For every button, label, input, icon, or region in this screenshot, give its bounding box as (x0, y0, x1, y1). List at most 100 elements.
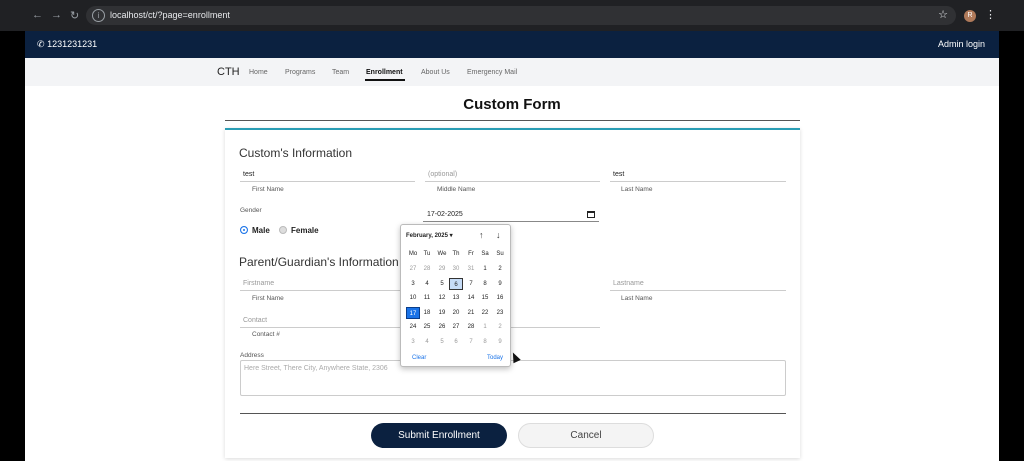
calendar-day[interactable]: 19 (435, 307, 449, 319)
calendar-day[interactable]: 25 (420, 321, 434, 333)
calendar-day[interactable]: 14 (464, 292, 478, 304)
guardian-first-label: First Name (252, 295, 284, 302)
calendar-day[interactable]: 3 (406, 336, 420, 348)
phone-text: 1231231231 (47, 39, 98, 49)
guardian-first-name-input[interactable]: Firstname (243, 280, 274, 287)
enrollment-form-card: Custom's Information test First Name (op… (225, 128, 800, 458)
calendar-day[interactable]: 17 (406, 306, 420, 319)
guardian-last-name-input[interactable]: Lastname (613, 280, 644, 287)
calendar-day[interactable]: 18 (420, 307, 434, 319)
last-name-label: Last Name (621, 186, 653, 193)
calendar-day[interactable]: 6 (449, 277, 463, 290)
last-name-underline (610, 181, 786, 182)
back-icon[interactable]: ← (32, 9, 43, 21)
gender-female-label[interactable]: Female (291, 226, 319, 235)
calendar-day[interactable]: 30 (449, 263, 463, 275)
calendar-day[interactable]: 23 (493, 307, 507, 319)
calendar-day[interactable]: 28 (464, 321, 478, 333)
browser-chrome: ← → ↻ i localhost/ct/?page=enrollment ☆ … (0, 0, 1024, 31)
phone-number: ✆ 1231231231 (37, 39, 97, 50)
weekday-label: Tu (423, 251, 431, 257)
nav-team[interactable]: Team (332, 69, 349, 76)
brand-logo[interactable]: CTH (217, 66, 240, 78)
calendar-day[interactable]: 2 (493, 263, 507, 275)
calendar-day[interactable]: 8 (478, 278, 492, 290)
cancel-button[interactable]: Cancel (518, 423, 654, 448)
contact-input[interactable]: Contact (243, 317, 267, 324)
calendar-icon[interactable] (587, 211, 595, 218)
calendar-day[interactable]: 24 (406, 321, 420, 333)
calendar-day[interactable]: 6 (449, 336, 463, 348)
first-name-underline (240, 181, 415, 182)
calendar-day[interactable]: 27 (406, 263, 420, 275)
address-bar[interactable]: i localhost/ct/?page=enrollment ☆ (86, 6, 956, 25)
nav-emergency-mail[interactable]: Emergency Mail (467, 69, 517, 76)
calendar-day[interactable]: 29 (435, 263, 449, 275)
nav-programs[interactable]: Programs (285, 69, 315, 76)
calendar-day[interactable]: 9 (493, 336, 507, 348)
profile-avatar[interactable]: R (964, 10, 976, 22)
birth-date-input[interactable]: 17-02-2025 (423, 210, 599, 222)
weekday-label: Th (452, 251, 460, 257)
calendar-day[interactable]: 3 (406, 278, 420, 290)
weekday-label: Fr (468, 251, 474, 257)
submit-enrollment-button[interactable]: Submit Enrollment (371, 423, 507, 448)
calendar-day[interactable]: 15 (478, 292, 492, 304)
calendar-day[interactable]: 12 (435, 292, 449, 304)
first-name-input[interactable]: test (243, 171, 254, 178)
calendar-day[interactable]: 20 (449, 307, 463, 319)
calendar-day[interactable]: 28 (420, 263, 434, 275)
calendar-day[interactable]: 22 (478, 307, 492, 319)
weekday-label: We (437, 251, 447, 257)
calendar-day[interactable]: 5 (435, 278, 449, 290)
page: ✆ 1231231231 Admin login CTH Home Progra… (25, 31, 999, 461)
address-textarea[interactable]: Here Street, There City, Anywhere State,… (240, 360, 786, 396)
nav-about-us[interactable]: About Us (421, 69, 450, 76)
calendar-day[interactable]: 2 (493, 321, 507, 333)
nav-enrollment[interactable]: Enrollment (366, 69, 403, 76)
calendar-day[interactable]: 13 (449, 292, 463, 304)
calendar-day[interactable]: 1 (478, 321, 492, 333)
address-label: Address (240, 352, 264, 359)
gender-male-radio[interactable] (240, 226, 248, 234)
address-placeholder: Here Street, There City, Anywhere State,… (244, 365, 388, 372)
date-value: 17-02-2025 (427, 211, 463, 218)
calendar-day[interactable]: 11 (420, 292, 434, 304)
last-name-input[interactable]: test (613, 171, 624, 178)
browser-menu-icon[interactable]: ⋮ (985, 8, 996, 21)
calendar-day[interactable]: 4 (420, 278, 434, 290)
admin-login-link[interactable]: Admin login (938, 39, 985, 49)
site-info-icon[interactable]: i (92, 9, 105, 22)
calendar-day[interactable]: 26 (435, 321, 449, 333)
next-month-icon[interactable]: ↓ (496, 230, 501, 240)
calendar-day[interactable]: 5 (435, 336, 449, 348)
calendar-day[interactable]: 27 (449, 321, 463, 333)
calendar-day[interactable]: 16 (493, 292, 507, 304)
month-year-selector[interactable]: February, 2025 ▾ (406, 232, 453, 239)
calendar-day[interactable]: 31 (464, 263, 478, 275)
forward-icon[interactable]: → (51, 9, 62, 21)
gender-male-label[interactable]: Male (252, 226, 270, 235)
calendar-day[interactable]: 9 (493, 278, 507, 290)
calendar-day[interactable]: 7 (464, 336, 478, 348)
calendar-day[interactable]: 10 (406, 292, 420, 304)
calendar-day[interactable]: 21 (464, 307, 478, 319)
middle-name-input[interactable]: (optional) (428, 171, 457, 178)
bookmark-star-icon[interactable]: ☆ (938, 8, 948, 21)
gender-label: Gender (240, 207, 262, 214)
calendar-day[interactable]: 4 (420, 336, 434, 348)
url-text[interactable]: localhost/ct/?page=enrollment (110, 10, 230, 20)
previous-month-icon[interactable]: ↑ (479, 230, 484, 240)
calendar-day[interactable]: 1 (478, 263, 492, 275)
first-name-label: First Name (252, 186, 284, 193)
guardian-first-underline (240, 290, 415, 291)
middle-name-underline (425, 181, 600, 182)
calendar-day[interactable]: 8 (478, 336, 492, 348)
nav-home[interactable]: Home (249, 69, 268, 76)
today-button[interactable]: Today (487, 355, 503, 361)
clear-button[interactable]: Clear (412, 355, 426, 361)
phone-icon: ✆ (37, 39, 45, 49)
gender-female-radio[interactable] (279, 226, 287, 234)
reload-icon[interactable]: ↻ (70, 9, 79, 22)
calendar-day[interactable]: 7 (464, 278, 478, 290)
